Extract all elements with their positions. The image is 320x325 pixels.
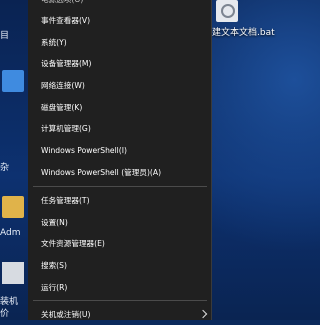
chevron-right-icon [198, 309, 208, 319]
menu-item-event-viewer[interactable]: 事件查看器(V) [28, 10, 212, 31]
menu-separator [33, 186, 207, 187]
menu-item-device-manager[interactable]: 设备管理器(M) [28, 53, 212, 74]
desktop-icon-label[interactable]: 目 [0, 28, 28, 41]
menu-item-settings[interactable]: 设置(N) [28, 212, 212, 233]
desktop-file-label[interactable]: 建文本文档.bat [212, 28, 282, 39]
menu-item-powershell[interactable]: Windows PowerShell(I) [28, 140, 212, 161]
menu-item-task-manager[interactable]: 任务管理器(T) [28, 190, 212, 211]
batch-file-gear-icon[interactable] [216, 0, 238, 22]
menu-item-run[interactable]: 运行(R) [28, 277, 212, 298]
menu-item-power-options[interactable]: 电源选项(O) [28, 0, 212, 10]
desktop-icon-label[interactable]: 杂 [0, 160, 28, 173]
menu-separator [33, 300, 207, 301]
menu-item-powershell-admin[interactable]: Windows PowerShell (管理员)(A) [28, 162, 212, 183]
installer-icon[interactable] [2, 262, 24, 284]
menu-item-network-connections[interactable]: 网络连接(W) [28, 75, 212, 96]
user-folder-icon[interactable] [2, 196, 24, 218]
menu-item-shutdown-signout[interactable]: 关机或注销(U) [28, 304, 212, 325]
menu-item-label: 关机或注销(U) [41, 310, 91, 319]
desktop-icon-label[interactable]: 价 [0, 306, 28, 319]
desktop-icon-label[interactable]: Adm [0, 228, 28, 238]
menu-item-computer-management[interactable]: 计算机管理(G) [28, 118, 212, 139]
winx-context-menu: 电源选项(O) 事件查看器(V) 系统(Y) 设备管理器(M) 网络连接(W) … [28, 0, 212, 320]
menu-item-file-explorer[interactable]: 文件资源管理器(E) [28, 233, 212, 254]
desktop-icon-strip: 目 杂 Adm 装机 价 [0, 0, 28, 320]
menu-item-disk-management[interactable]: 磁盘管理(K) [28, 97, 212, 118]
folder-icon[interactable] [2, 70, 24, 92]
menu-item-system[interactable]: 系统(Y) [28, 32, 212, 53]
menu-item-search[interactable]: 搜索(S) [28, 255, 212, 276]
